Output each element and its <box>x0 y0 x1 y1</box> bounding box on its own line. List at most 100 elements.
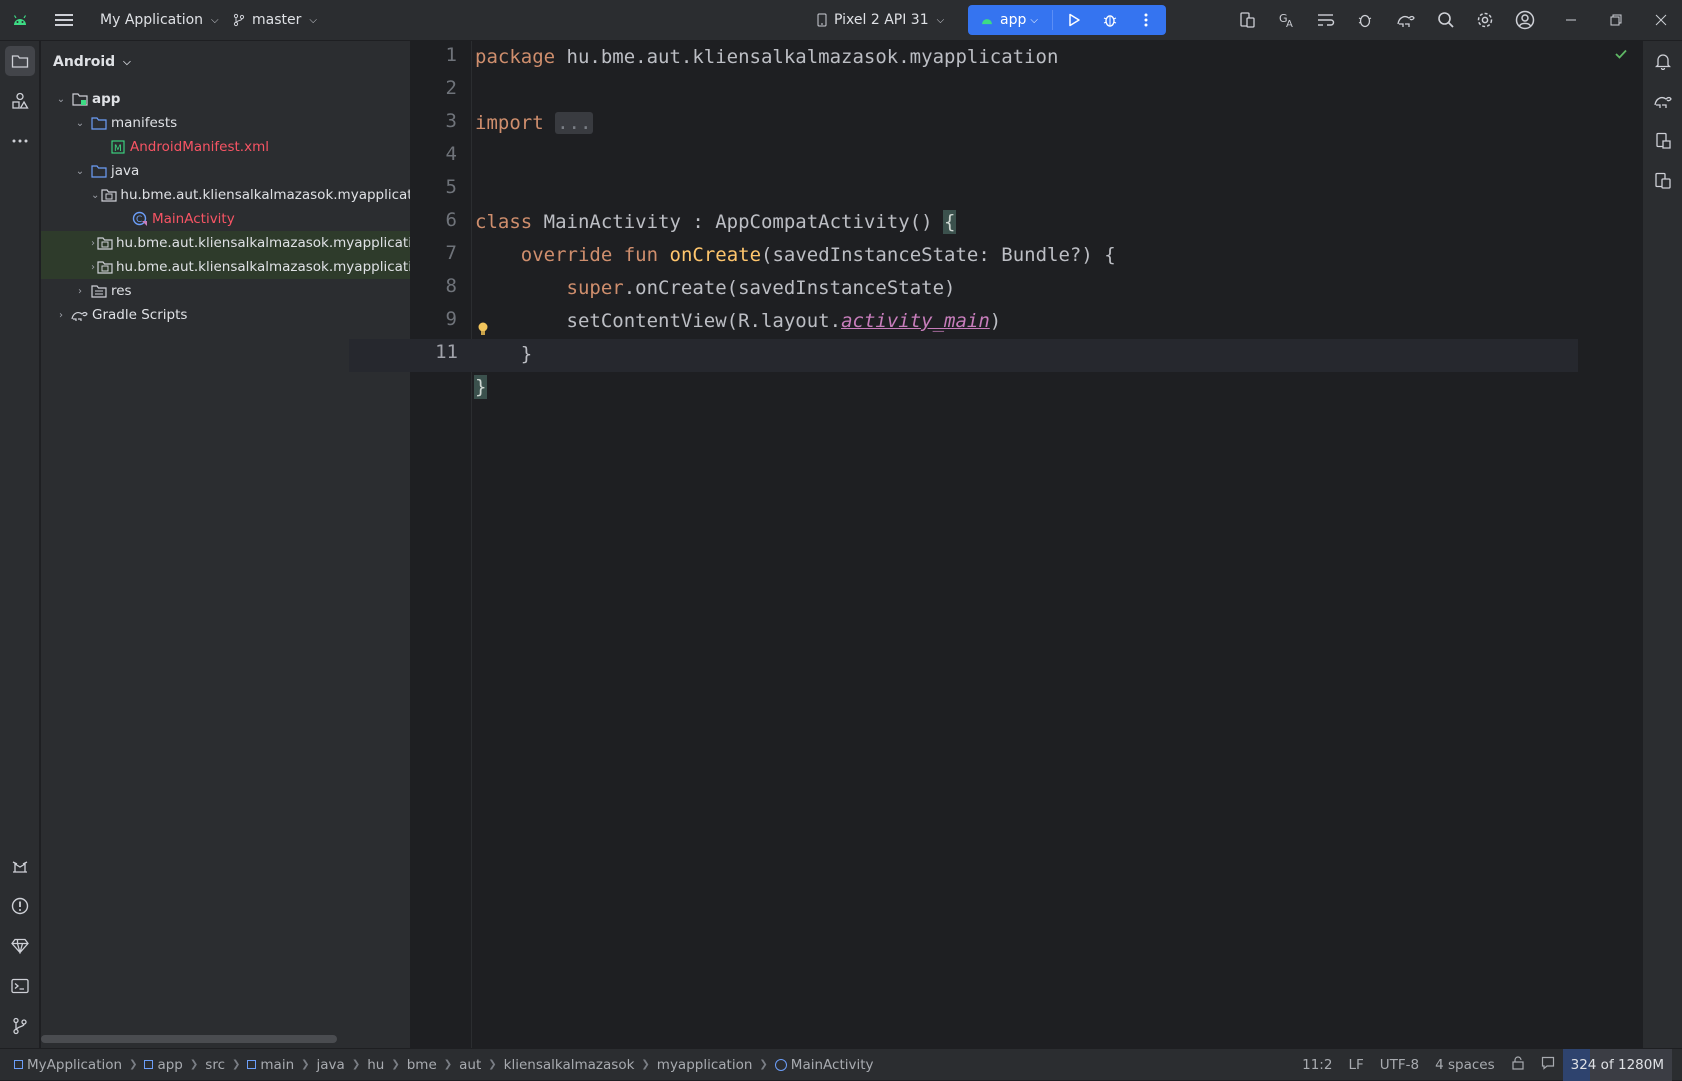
logcat-button[interactable] <box>1311 5 1341 35</box>
chevron-right-icon[interactable]: › <box>91 262 95 273</box>
tree-item-package-main[interactable]: ⌄ hu.bme.aut.kliensalkalmazasok.myapplic… <box>41 183 410 207</box>
play-icon <box>1069 13 1080 27</box>
branch-name: master <box>252 12 302 28</box>
device-selector[interactable]: Pixel 2 API 31 ⌵ <box>810 5 950 35</box>
run-toolbar: app ⌵ <box>968 5 1166 35</box>
chevron-right-icon[interactable]: › <box>72 286 88 297</box>
tree-item-label: java <box>111 163 140 179</box>
tree-item-mainactivity[interactable]: C MainActivity <box>41 207 410 231</box>
tree-item-androidmanifest[interactable]: M AndroidManifest.xml <box>41 135 410 159</box>
status-widgets: 11:2 LF UTF-8 4 spaces 324 of 1280M <box>1294 1049 1682 1081</box>
code-editor[interactable]: 1 2 3 4 5 6 7 8 9 10 11 package hu.bme.a… <box>349 41 1641 1048</box>
tree-item-app[interactable]: ⌄ app <box>41 87 410 111</box>
project-switcher[interactable]: My Application ⌵ <box>94 5 225 35</box>
running-devices-button[interactable] <box>1648 166 1678 196</box>
chevron-down-icon: ⌵ <box>936 14 945 26</box>
tree-item-label: MainActivity <box>152 211 235 227</box>
code-line-7: override fun onCreate(savedInstanceState… <box>475 239 1641 272</box>
breadcrumb-item[interactable]: app <box>157 1057 182 1073</box>
file-encoding[interactable]: UTF-8 <box>1380 1057 1419 1073</box>
close-window-button[interactable] <box>1646 5 1676 35</box>
debug-button[interactable] <box>1095 5 1125 35</box>
problems-button[interactable] <box>5 891 35 921</box>
chevron-down-icon[interactable]: ⌄ <box>72 166 88 177</box>
lock-icon[interactable] <box>1511 1056 1525 1074</box>
no-problems-check-icon[interactable] <box>1615 47 1627 63</box>
device-manager-button[interactable] <box>1232 5 1262 35</box>
terminal-button[interactable] <box>5 971 35 1001</box>
tree-item-res[interactable]: › res <box>41 279 410 303</box>
more-actions-button[interactable] <box>1131 5 1161 35</box>
run-config-name: app <box>1000 12 1027 28</box>
gradle-button[interactable] <box>1648 86 1678 116</box>
project-view-label: Android <box>53 54 116 70</box>
code-text: ) <box>989 310 1002 332</box>
breadcrumb-item[interactable]: main <box>260 1057 294 1073</box>
tree-item-package-test[interactable]: › hu.bme.aut.kliensalkalmazasok.myapplic… <box>41 255 410 279</box>
bell-icon <box>1655 54 1671 70</box>
version-control-button[interactable] <box>5 1011 35 1041</box>
keyword: class <box>475 211 533 233</box>
caret-position[interactable]: 11:2 <box>1302 1057 1332 1073</box>
account-button[interactable] <box>1510 5 1540 35</box>
breadcrumb-item[interactable]: kliensalkalmazasok <box>504 1057 635 1073</box>
project-tool-button[interactable] <box>5 46 35 76</box>
app-quality-button[interactable] <box>5 931 35 961</box>
project-view-selector[interactable]: Android ⌵ <box>41 41 410 83</box>
kotlin-class-icon: C <box>131 211 149 227</box>
diamond-icon <box>11 938 29 954</box>
function-name: onCreate <box>669 244 762 266</box>
breadcrumb-item[interactable]: src <box>205 1057 225 1073</box>
build-variants-button[interactable] <box>5 852 35 882</box>
line-number: 1 <box>445 44 457 66</box>
tree-item-label: res <box>111 283 132 299</box>
folded-imports[interactable]: ... <box>555 112 594 134</box>
breadcrumb-item[interactable]: java <box>317 1057 345 1073</box>
chevron-down-icon[interactable]: ⌄ <box>53 94 69 105</box>
chevron-down-icon[interactable]: ⌄ <box>91 190 99 201</box>
main-menu-icon[interactable] <box>49 5 79 35</box>
attach-debugger-button[interactable] <box>1351 5 1381 35</box>
chevron-right-icon: ❯ <box>443 1059 453 1070</box>
breadcrumb-item[interactable]: MainActivity <box>791 1057 874 1073</box>
resource-manager-button[interactable] <box>5 86 35 116</box>
tree-item-gradle-scripts[interactable]: › Gradle Scripts <box>41 303 410 327</box>
notifications-button[interactable] <box>1648 46 1678 76</box>
run-config-selector[interactable]: app ⌵ <box>974 5 1044 35</box>
line-separator[interactable]: LF <box>1348 1057 1363 1073</box>
breadcrumb-item[interactable]: hu <box>367 1057 384 1073</box>
memory-indicator[interactable]: 324 of 1280M <box>1562 1049 1672 1081</box>
tree-item-java[interactable]: ⌄ java <box>41 159 410 183</box>
device-file-explorer-button[interactable] <box>1648 126 1678 156</box>
gear-icon <box>1477 12 1493 28</box>
chevron-right-icon[interactable]: › <box>91 238 95 249</box>
breadcrumb-item[interactable]: MyApplication <box>27 1057 122 1073</box>
code-line-8: super.onCreate(savedInstanceState) <box>475 272 1641 305</box>
search-button[interactable] <box>1431 5 1461 35</box>
minimize-button[interactable] <box>1556 5 1586 35</box>
horizontal-scrollbar[interactable] <box>41 1035 337 1043</box>
feedback-icon[interactable] <box>1541 1056 1555 1074</box>
sync-gradle-button[interactable] <box>1391 5 1421 35</box>
chevron-right-icon[interactable]: › <box>53 310 69 321</box>
restore-button[interactable] <box>1601 5 1631 35</box>
branch-switcher[interactable]: master ⌵ <box>226 5 323 35</box>
resource-reference[interactable]: activity_main <box>841 310 990 332</box>
settings-button[interactable] <box>1470 5 1500 35</box>
breadcrumb-item[interactable]: aut <box>459 1057 481 1073</box>
chevron-down-icon[interactable]: ⌄ <box>72 118 88 129</box>
project-name: My Application <box>100 12 204 28</box>
breadcrumb-item[interactable]: myapplication <box>657 1057 753 1073</box>
tree-item-manifests[interactable]: ⌄ manifests <box>41 111 410 135</box>
more-tools-button[interactable] <box>5 126 35 156</box>
breadcrumb-item[interactable]: bme <box>407 1057 437 1073</box>
chevron-right-icon: ❯ <box>129 1059 138 1070</box>
tree-item-package-androidtest[interactable]: › hu.bme.aut.kliensalkalmazasok.myapplic… <box>41 231 410 255</box>
git-branch-icon <box>13 1017 27 1035</box>
indent-setting[interactable]: 4 spaces <box>1435 1057 1495 1073</box>
run-button[interactable] <box>1059 5 1089 35</box>
translations-button[interactable]: GA <box>1272 5 1302 35</box>
matched-brace: { <box>942 210 957 234</box>
module-icon <box>144 1060 154 1069</box>
warning-circle-icon <box>11 897 29 915</box>
